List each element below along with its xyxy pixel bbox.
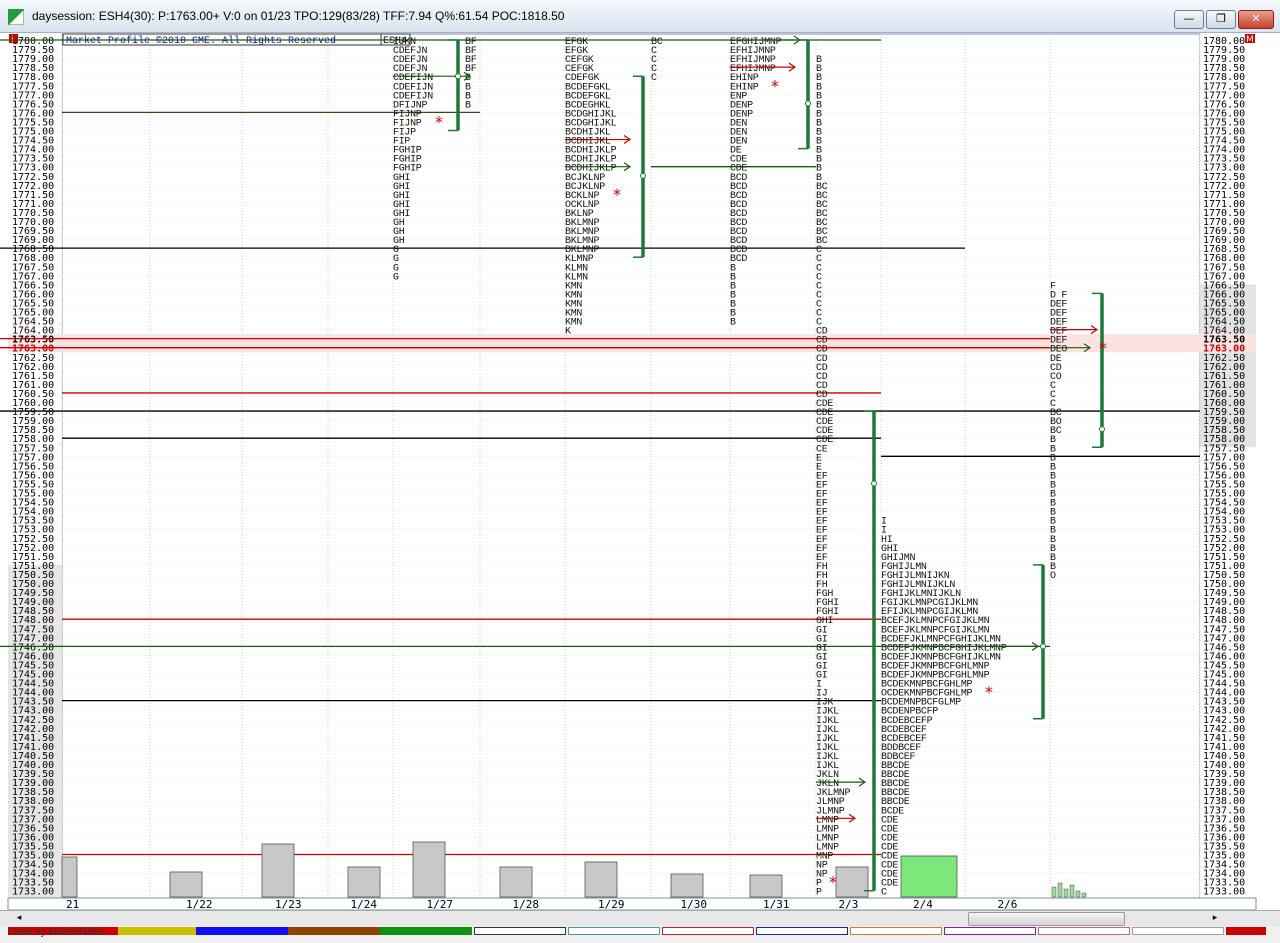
scroll-left-icon[interactable]: ◂ (12, 912, 26, 925)
period-color-swatch (474, 927, 566, 935)
tpo-row: K (565, 327, 571, 338)
right-marker: M (1246, 35, 1254, 45)
asterisk-icon: * (985, 683, 993, 702)
asterisk-icon: * (1099, 339, 1107, 358)
tpo-row: C (651, 73, 657, 84)
volume-bar (1075, 890, 1081, 898)
poc-marker (640, 172, 646, 179)
volume-bar (1057, 882, 1063, 898)
date-label: 1/31 (763, 898, 790, 910)
date-label: 1/23 (275, 898, 302, 910)
volume-bar (1063, 888, 1069, 898)
tpo-row: G (393, 272, 399, 283)
date-label: 1/24 (351, 898, 378, 910)
date-label: 2/6 (998, 898, 1018, 910)
brand-label: Chart by MarketDelta (8, 927, 103, 938)
poc-marker (805, 100, 811, 107)
poc-marker (871, 480, 877, 487)
period-color-swatch (380, 927, 472, 935)
date-label: 1/28 (513, 898, 540, 910)
volume-bar (1081, 892, 1087, 898)
tpo-row: O (1050, 571, 1056, 582)
plot-area (61, 33, 1201, 899)
tpo-row: P (816, 888, 822, 899)
volume-bar (347, 866, 381, 898)
asterisk-icon: * (771, 76, 779, 95)
scrollbar-thumb[interactable] (968, 912, 1125, 926)
poc-marker (455, 73, 461, 80)
date-label: 1/29 (598, 898, 625, 910)
date-label: 21 (66, 898, 79, 910)
left-price-label: 1733.00 (12, 887, 54, 898)
period-color-swatch (944, 927, 1036, 935)
period-color-swatch (1038, 927, 1130, 935)
volume-bar (169, 871, 203, 898)
period-color-swatch (1226, 927, 1266, 935)
period-color-swatch (1132, 927, 1224, 935)
volume-bar (835, 866, 869, 898)
period-color-swatch (196, 927, 288, 935)
date-label: 1/30 (681, 898, 708, 910)
period-color-swatch (662, 927, 754, 935)
period-color-swatch (568, 927, 660, 935)
poc-marker (1040, 643, 1046, 650)
period-color-swatch (850, 927, 942, 935)
asterisk-icon: * (435, 112, 443, 131)
poc-marker (1099, 426, 1105, 433)
volume-bar (61, 856, 78, 898)
period-color-swatch (288, 927, 380, 935)
date-label: 1/27 (427, 898, 454, 910)
volume-bar (584, 861, 618, 898)
tpo-row: B (730, 318, 736, 329)
tpo-row: B (465, 100, 471, 111)
volume-bar (749, 874, 783, 898)
date-label: 2/3 (839, 898, 859, 910)
right-price-label: 1733.00 (1203, 887, 1245, 898)
tpo-row: C (881, 888, 887, 899)
period-color-swatch (118, 927, 196, 935)
volume-bar (412, 841, 446, 898)
volume-bar (1051, 886, 1057, 898)
current-price-band (8, 334, 1256, 353)
asterisk-icon: * (613, 185, 621, 204)
volume-bar (499, 866, 533, 898)
volume-bar (1069, 884, 1075, 898)
volume-bar (900, 855, 958, 898)
date-label: 2/4 (913, 898, 933, 910)
volume-bar (261, 843, 295, 898)
period-color-swatch (756, 927, 848, 935)
volume-bar (670, 873, 704, 898)
market-profile-chart[interactable]: 1780.00 1780.001779.50 1779.501779.00 1779.… (0, 0, 1280, 910)
scroll-right-icon[interactable]: ▸ (1208, 912, 1222, 925)
asterisk-icon: * (829, 873, 837, 892)
date-label: 1/22 (186, 898, 213, 910)
copyright-label: Market Profile ©2010 CME. All Rights Res… (66, 35, 336, 47)
